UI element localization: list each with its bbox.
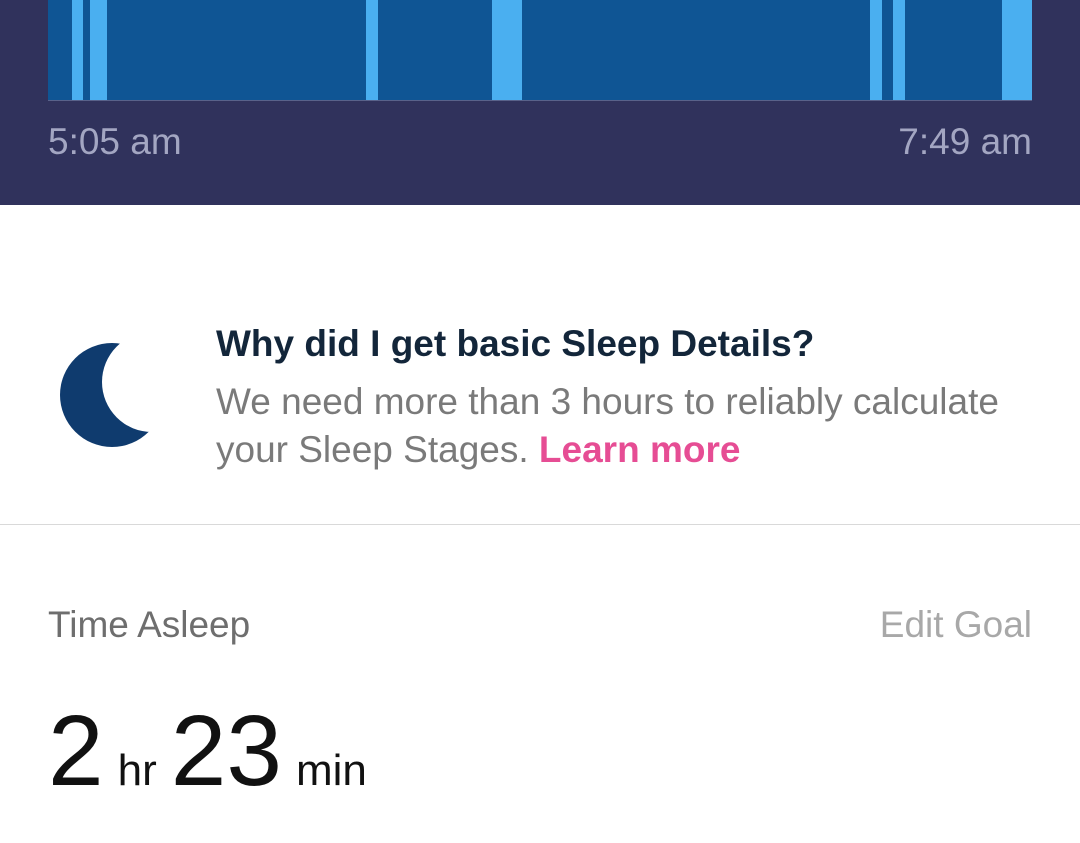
start-time-label: 5:05 am <box>48 121 182 162</box>
awake-segment <box>1002 0 1032 100</box>
minutes-value: 23 <box>170 695 282 807</box>
awake-segment <box>893 0 905 100</box>
moon-icon <box>60 343 160 447</box>
sleep-chart-panel: 5:05 am 7:49 am <box>0 0 1080 205</box>
minutes-unit: min <box>295 746 367 795</box>
learn-more-link[interactable]: Learn more <box>539 429 741 470</box>
awake-segment <box>870 0 882 100</box>
time-asleep-value: 2 hr 23 min <box>48 696 381 806</box>
awake-segment <box>492 0 522 100</box>
info-body: We need more than 3 hours to reliably ca… <box>216 378 1036 474</box>
end-time-label: 7:49 am <box>898 121 1032 162</box>
sleep-timeline-chart[interactable] <box>48 0 1032 100</box>
chart-baseline <box>48 100 1032 101</box>
info-title: Why did I get basic Sleep Details? <box>216 323 815 364</box>
awake-segment <box>366 0 378 100</box>
awake-segment <box>72 0 83 100</box>
divider <box>0 524 1080 525</box>
edit-goal-button[interactable]: Edit Goal <box>880 602 1032 648</box>
awake-segment <box>90 0 107 100</box>
time-asleep-label: Time Asleep <box>48 604 251 645</box>
hours-value: 2 <box>48 695 104 807</box>
hours-unit: hr <box>117 746 157 795</box>
